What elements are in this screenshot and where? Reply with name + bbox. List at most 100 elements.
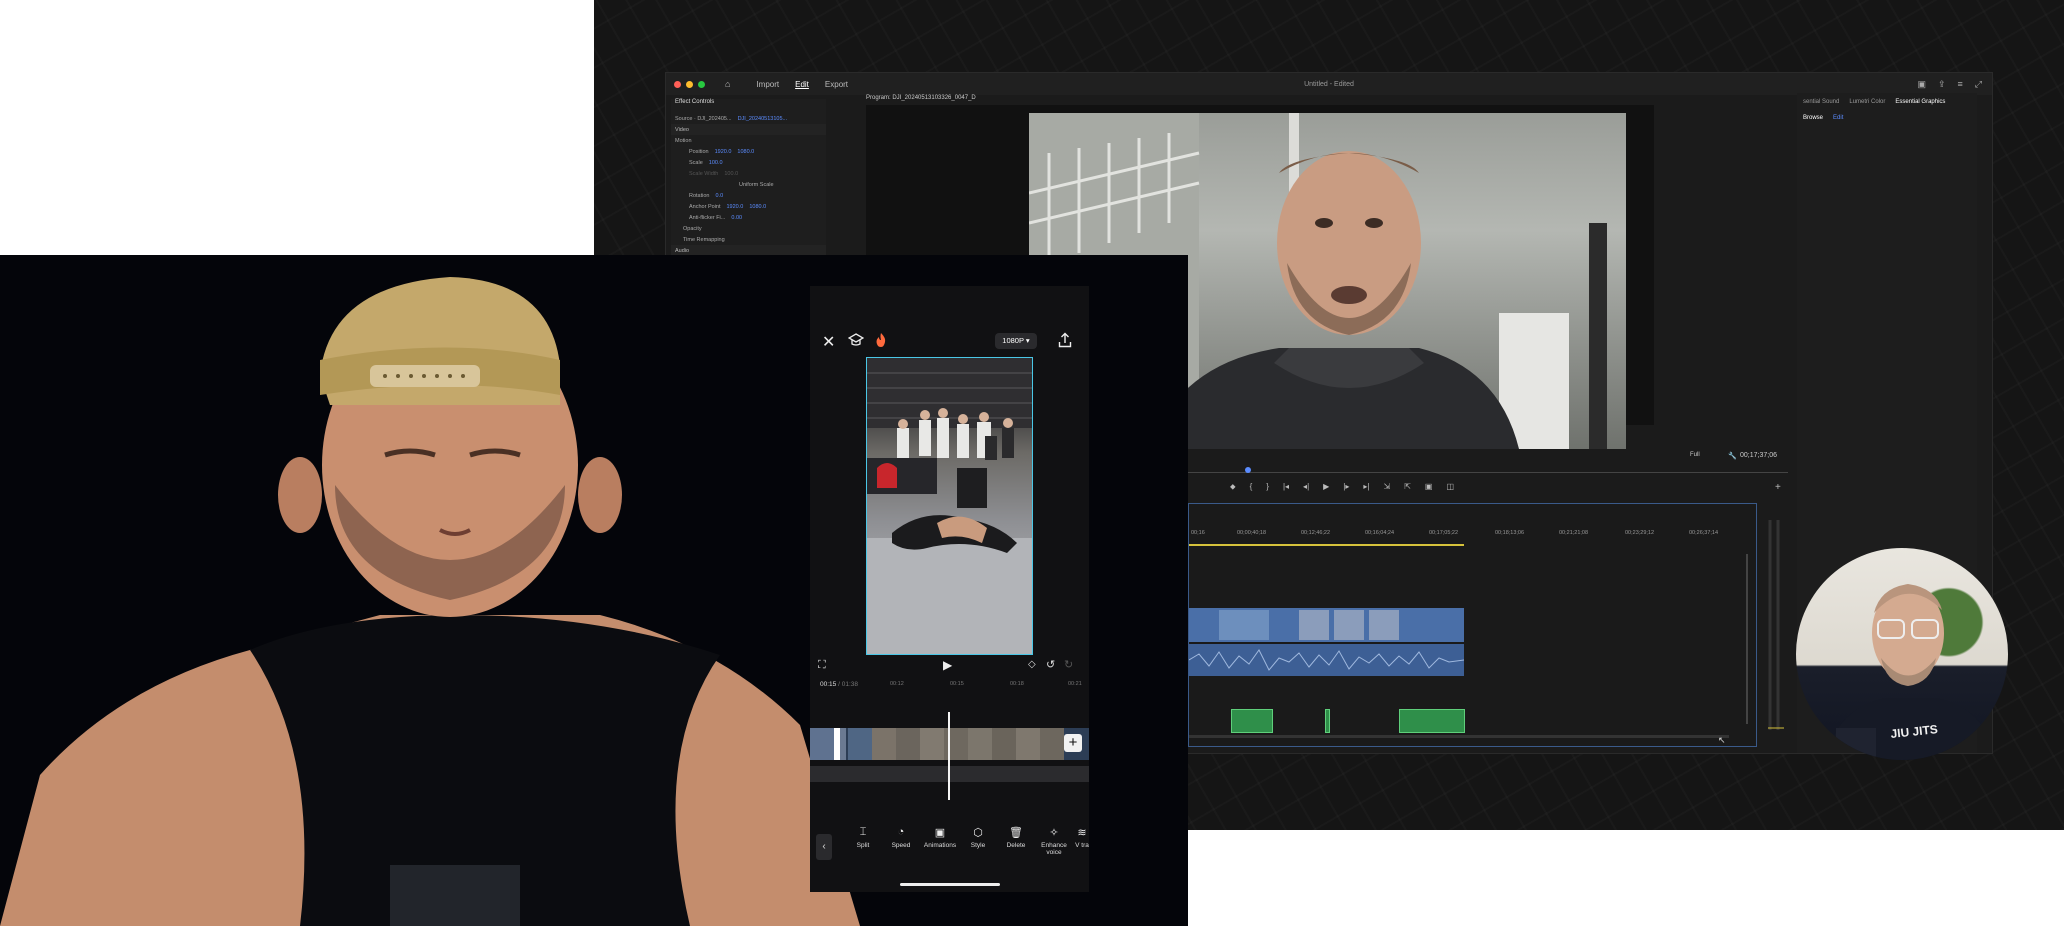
program-timecode: 00;17;37;06 (1740, 452, 1777, 459)
fx-value[interactable]: 100.0 (709, 160, 723, 166)
home-icon[interactable]: ⌂ (725, 79, 730, 89)
close-dot-icon[interactable] (674, 80, 681, 88)
tool-voice-transform[interactable]: ≋ V tra (1072, 826, 1092, 849)
fit-select[interactable]: Full (1690, 452, 1700, 458)
ruler-tick: 00;21;21;08 (1559, 530, 1589, 536)
home-indicator[interactable] (900, 883, 1000, 886)
resolution-select[interactable]: 1080P ▾ (995, 333, 1037, 349)
total-time: 01:38 (841, 681, 858, 688)
add-button-icon[interactable]: + (1775, 482, 1781, 493)
video-clip[interactable] (1189, 608, 1464, 642)
audio-clip[interactable] (1188, 644, 1465, 676)
mark-in-icon[interactable]: { (1250, 482, 1253, 492)
compare-icon[interactable]: ◫ (1446, 482, 1454, 492)
tool-label: Split (856, 842, 870, 849)
current-time: 00:15 (820, 681, 837, 688)
tool-label: Style (970, 842, 986, 849)
menu-edit[interactable]: Edit (795, 80, 809, 89)
undo-icon[interactable]: ↺ (1046, 658, 1055, 671)
step-back-icon[interactable]: ◂| (1303, 482, 1309, 492)
play-icon[interactable]: ▶ (1323, 482, 1329, 492)
share-icon[interactable]: ⇪ (1938, 79, 1946, 90)
tutorial-icon[interactable] (847, 332, 865, 353)
add-clip-button[interactable]: + (1064, 734, 1082, 752)
tab-essential-graphics[interactable]: Essential Graphics (1895, 99, 1945, 105)
redo-icon[interactable]: ↻ (1064, 658, 1073, 671)
program-monitor-tab[interactable]: Program: DJI_20240513103326_0047_D (866, 95, 976, 101)
source-label[interactable]: Source · DJI_202405... (675, 116, 732, 122)
fx-value[interactable]: 1080.0 (749, 204, 766, 210)
ruler-tick: 00;23;29;12 (1625, 530, 1655, 536)
fx-row-name[interactable]: Opacity (683, 226, 702, 232)
overwrite-icon[interactable]: ⇱ (1404, 482, 1411, 492)
menu-export[interactable]: Export (825, 80, 848, 89)
tab-essential-sound[interactable]: sential Sound (1803, 99, 1839, 105)
mark-out-icon[interactable]: } (1266, 482, 1269, 492)
layout-icon[interactable]: ▣ (1917, 79, 1926, 90)
source-clip[interactable]: DJI_20240513105... (738, 116, 788, 122)
go-to-in-icon[interactable]: |◂ (1283, 482, 1289, 492)
fullscreen-icon[interactable]: ⛶ (818, 659, 826, 672)
flame-icon[interactable] (874, 332, 888, 353)
mouse-cursor-icon: ↖ (1718, 735, 1726, 745)
minimize-dot-icon[interactable] (686, 80, 693, 88)
graphic-clip[interactable] (1399, 709, 1465, 733)
keyframe-icon[interactable]: ◇ (1028, 659, 1036, 670)
graphic-clip[interactable] (1231, 709, 1273, 733)
tool-label: Delete (1006, 842, 1026, 849)
work-area-bar[interactable] (1189, 544, 1464, 546)
preview-controls: ⛶ ▶ ◇ ↺ ↻ (810, 657, 1089, 679)
wrench-icon[interactable]: 🔧 (1728, 452, 1737, 460)
timeline-playhead[interactable] (948, 712, 950, 800)
menu-icon[interactable]: ≡ (1958, 79, 1963, 90)
effect-controls-tab[interactable]: Effect Controls (671, 99, 826, 109)
animations-icon: ▣ (934, 827, 946, 839)
video-preview[interactable] (866, 357, 1033, 655)
close-icon[interactable]: ✕ (822, 332, 835, 352)
ruler-tick: 00;16 (1191, 530, 1205, 536)
export-icon[interactable] (1058, 332, 1072, 353)
insert-icon[interactable]: ⇲ (1383, 482, 1390, 492)
fullscreen-icon[interactable]: ⤢ (1975, 79, 1982, 90)
fx-value[interactable]: 1920.0 (715, 149, 732, 155)
ruler-tick: 00;16;04;24 (1365, 530, 1395, 536)
step-forward-icon[interactable]: |▸ (1343, 482, 1349, 492)
tool-delete[interactable]: 🗑 Delete (998, 826, 1034, 849)
timeline-zoom-scrollbar[interactable] (1746, 554, 1748, 724)
tool-label: V tra (1075, 842, 1089, 849)
back-icon[interactable]: ‹ (816, 834, 832, 860)
audio-waveform (1188, 649, 1465, 671)
play-icon[interactable]: ▶ (943, 658, 952, 672)
transport-controls: ⬥ { } |◂ ◂| ▶ |▸ ▸| ⇲ ⇱ ▣ ◫ (1230, 482, 1454, 492)
fx-row-name[interactable]: Motion (675, 138, 692, 144)
ruler-tick: 00;17;05;22 (1429, 530, 1459, 536)
fx-row-name[interactable]: Uniform Scale (739, 182, 774, 188)
marker-icon[interactable]: ⬥ (1230, 482, 1236, 492)
monitor-playhead[interactable] (1245, 467, 1251, 473)
menu-import[interactable]: Import (756, 80, 779, 89)
monitor-scrubber[interactable] (1188, 472, 1788, 473)
fx-row-name[interactable]: Time Remapping (683, 237, 725, 243)
fx-row-name: Anti-flicker Fi... (689, 214, 726, 221)
tool-style[interactable]: ⬡ Style (960, 826, 996, 849)
tool-animations[interactable]: ▣ Animations (922, 826, 958, 849)
fx-value[interactable]: 0.0 (716, 193, 724, 199)
go-to-out-icon[interactable]: ▸| (1363, 482, 1369, 492)
style-icon: ⬡ (973, 827, 983, 839)
fx-value[interactable]: 0.00 (731, 215, 742, 221)
tool-speed[interactable]: ◔ Speed (883, 826, 919, 849)
ruler-tick: 00;26;37;14 (1689, 530, 1719, 536)
tool-enhance-voice[interactable]: ✧ Enhance voice (1036, 826, 1072, 856)
timeline-ruler[interactable]: 00;16 00;00;40;18 00;12;46;22 00;16;04;2… (1189, 530, 1756, 540)
tab-edit[interactable]: Edit (1833, 115, 1843, 121)
timeline-horizontal-scrollbar[interactable] (1189, 735, 1729, 738)
camera-icon[interactable]: ▣ (1425, 482, 1433, 492)
zoom-dot-icon[interactable] (698, 80, 705, 88)
tab-browse[interactable]: Browse (1803, 115, 1823, 121)
split-icon: ⌶ (859, 826, 867, 838)
graphic-clip[interactable] (1325, 709, 1330, 733)
tab-lumetri-color[interactable]: Lumetri Color (1849, 99, 1885, 105)
fx-value[interactable]: 1920.0 (727, 204, 744, 210)
fx-value[interactable]: 1080.0 (737, 149, 754, 155)
tool-split[interactable]: ⌶ Split (845, 826, 881, 849)
